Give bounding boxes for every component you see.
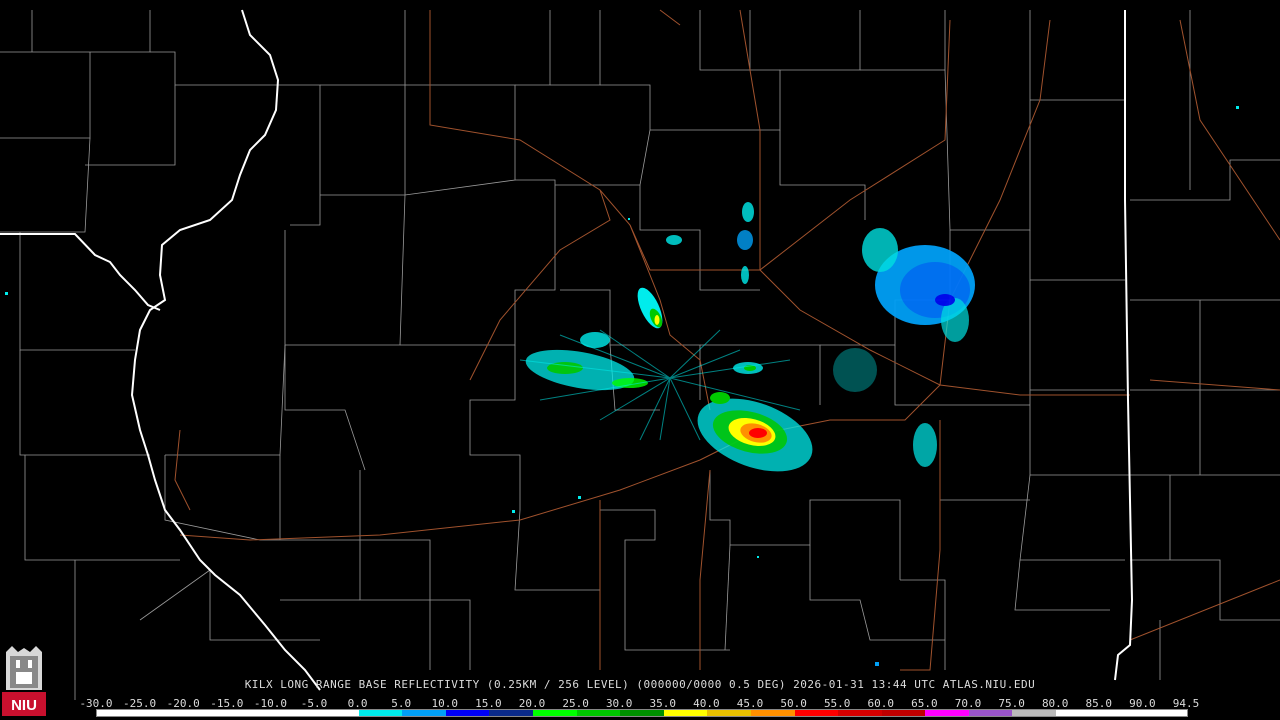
legend-swatch	[140, 710, 185, 716]
svg-text:NIU: NIU	[11, 697, 37, 714]
legend-swatch	[314, 710, 359, 716]
legend-swatch	[1099, 710, 1144, 716]
legend-swatch	[1012, 710, 1057, 716]
legend-swatch	[1143, 710, 1187, 716]
legend-swatch	[97, 710, 141, 716]
legend-swatch	[620, 710, 664, 716]
product-title: KILX LONG RANGE BASE REFLECTIVITY (0.25K…	[244, 678, 1036, 691]
legend-swatch	[532, 710, 577, 716]
legend-swatch	[271, 710, 315, 716]
legend-swatch	[925, 710, 969, 716]
niu-logo: NIU	[2, 646, 46, 716]
echo-small-1	[913, 423, 937, 467]
echo-small-4	[737, 230, 753, 250]
echo-small-3	[742, 202, 754, 222]
legend-swatch	[663, 710, 708, 716]
echo-small-5	[666, 235, 682, 245]
echo-small-6	[741, 266, 749, 284]
legend-swatch	[838, 710, 882, 716]
legend-swatch	[445, 710, 490, 716]
legend-swatch	[489, 710, 533, 716]
legend-swatch	[358, 710, 403, 716]
legend-swatch	[750, 710, 795, 716]
legend-swatch	[402, 710, 446, 716]
legend-swatch	[576, 710, 621, 716]
legend-swatch	[968, 710, 1013, 716]
legend-swatch	[707, 710, 751, 716]
legend-swatch	[227, 710, 272, 716]
legend-swatch	[881, 710, 926, 716]
legend-swatch	[1056, 710, 1100, 716]
legend-scale-labels: -30.0 -25.0 -20.0 -15.0 -10.0 -5.0 0.0 5.0 10.0 1…	[79, 697, 1199, 710]
echo-small-2	[833, 348, 877, 392]
legend-color-bar	[96, 709, 1188, 717]
legend-swatch	[184, 710, 228, 716]
radar-map	[0, 0, 1280, 720]
legend-swatch	[794, 710, 839, 716]
